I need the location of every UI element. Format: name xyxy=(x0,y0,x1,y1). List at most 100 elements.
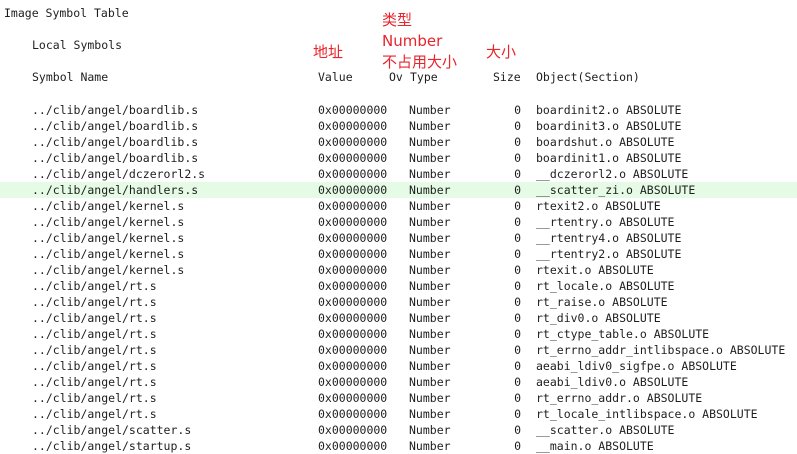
symbol-file: ../clib/angel/kernel.s xyxy=(32,263,185,277)
symbol-type: Number xyxy=(409,375,451,389)
symbol-object: rt_locale.o ABSOLUTE xyxy=(536,279,675,293)
symbol-object: __scatter_zi.o ABSOLUTE xyxy=(536,183,696,197)
table-row[interactable]: ../clib/angel/kernel.s 0x00000000 Number 0 _… xyxy=(0,230,797,246)
symbol-value: 0x00000000 xyxy=(318,311,388,325)
symbol-object: aeabi_ldiv0.o ABSOLUTE xyxy=(536,375,689,389)
symbol-size: 0 xyxy=(514,183,521,197)
symbol-size: 0 xyxy=(514,247,521,261)
symbol-object: rt_div0.o ABSOLUTE xyxy=(536,311,661,325)
symbol-file: ../clib/angel/scatter.s xyxy=(32,423,192,437)
symbol-size: 0 xyxy=(514,327,521,341)
symbol-file: ../clib/angel/rt.s xyxy=(32,311,157,325)
symbol-type: Number xyxy=(409,343,451,357)
symbol-object: boardshut.o ABSOLUTE xyxy=(536,135,675,149)
symbol-value: 0x00000000 xyxy=(318,295,388,309)
symbol-value: 0x00000000 xyxy=(318,199,388,213)
symbol-value: 0x00000000 xyxy=(318,359,388,373)
symbol-value: 0x00000000 xyxy=(318,263,388,277)
symbol-size: 0 xyxy=(514,199,521,213)
table-row[interactable]: ../clib/angel/kernel.s 0x00000000 Number 0 _… xyxy=(0,214,797,230)
table-row[interactable]: ../clib/angel/scatter.s 0x00000000 Number 0… xyxy=(0,422,797,438)
symbol-value: 0x00000000 xyxy=(318,439,388,453)
symbol-file: ../clib/angel/rt.s xyxy=(32,279,157,293)
symbol-size: 0 xyxy=(514,215,521,229)
symbol-size: 0 xyxy=(514,439,521,453)
symbol-type: Number xyxy=(409,391,451,405)
symbol-type: Number xyxy=(409,439,451,453)
table-row[interactable]: ../clib/angel/boardlib.s 0x00000000 Number… xyxy=(0,102,797,118)
symbol-file: ../clib/angel/kernel.s xyxy=(32,231,185,245)
table-row[interactable]: ../clib/angel/startup.s 0x00000000 Number 0… xyxy=(0,438,797,454)
symbol-object: __scatter.o ABSOLUTE xyxy=(536,423,675,437)
table-row[interactable]: ../clib/angel/rt.s 0x00000000 Number 0 aeabi… xyxy=(0,374,797,390)
symbol-file: ../clib/angel/rt.s xyxy=(32,295,157,309)
symbol-value: 0x00000000 xyxy=(318,279,388,293)
symbol-value: 0x00000000 xyxy=(318,407,388,421)
symbol-type: Number xyxy=(409,167,451,181)
symbol-value: 0x00000000 xyxy=(318,183,388,197)
symbol-object: rtexit2.o ABSOLUTE xyxy=(536,199,661,213)
symbol-file: ../clib/angel/kernel.s xyxy=(32,215,185,229)
symbol-size: 0 xyxy=(514,103,521,117)
header-size: Size xyxy=(493,70,521,84)
symbol-type: Number xyxy=(409,119,451,133)
table-row[interactable]: ../clib/angel/rt.s 0x00000000 Number 0 rt_er… xyxy=(0,390,797,406)
symbol-type: Number xyxy=(409,359,451,373)
table-row-selected[interactable]: ../clib/angel/handlers.s 0x00000000 Number… xyxy=(0,182,797,198)
symbol-type: Number xyxy=(409,295,451,309)
symbol-file: ../clib/angel/dczerorl2.s xyxy=(32,167,206,181)
symbol-value: 0x00000000 xyxy=(318,103,388,117)
symbol-object: rt_locale_intlibspace.o ABSOLUTE xyxy=(536,407,758,421)
symbol-object: __main.o ABSOLUTE xyxy=(536,439,654,453)
table-row[interactable]: ../clib/angel/boardlib.s 0x00000000 Number… xyxy=(0,118,797,134)
table-row[interactable]: ../clib/angel/dczerorl2.s 0x00000000 Numbe… xyxy=(0,166,797,182)
annotation-type-label: 类型 xyxy=(382,11,413,29)
table-row[interactable]: ../clib/angel/rt.s 0x00000000 Number 0 rt_lo… xyxy=(0,278,797,294)
symbol-size: 0 xyxy=(514,263,521,277)
symbol-file: ../clib/angel/boardlib.s xyxy=(32,119,199,133)
table-row[interactable]: ../clib/angel/boardlib.s 0x00000000 Number… xyxy=(0,150,797,166)
symbol-value: 0x00000000 xyxy=(318,151,388,165)
symbol-file: ../clib/angel/boardlib.s xyxy=(32,103,199,117)
table-row[interactable]: ../clib/angel/rt.s 0x00000000 Number 0 rt_di… xyxy=(0,310,797,326)
symbol-type: Number xyxy=(409,279,451,293)
table-row[interactable]: ../clib/angel/rt.s 0x00000000 Number 0 rt_ra… xyxy=(0,294,797,310)
symbol-value: 0x00000000 xyxy=(318,423,388,437)
symbol-object: rtexit.o ABSOLUTE xyxy=(536,263,654,277)
symbol-type: Number xyxy=(409,183,451,197)
symbol-file: ../clib/angel/startup.s xyxy=(32,439,192,453)
symbol-size: 0 xyxy=(514,151,521,165)
symbol-file: ../clib/angel/rt.s xyxy=(32,391,157,405)
symbol-size: 0 xyxy=(514,295,521,309)
table-row[interactable]: ../clib/angel/kernel.s 0x00000000 Number 0 r… xyxy=(0,262,797,278)
table-row[interactable]: ../clib/angel/kernel.s 0x00000000 Number 0 r… xyxy=(0,198,797,214)
symbol-size: 0 xyxy=(514,343,521,357)
table-row[interactable]: ../clib/angel/rt.s 0x00000000 Number 0 aeabi… xyxy=(0,358,797,374)
symbol-object: rt_errno_addr_intlibspace.o ABSOLUTE xyxy=(536,343,786,357)
symbol-value: 0x00000000 xyxy=(318,247,388,261)
page-title: Image Symbol Table xyxy=(4,6,129,20)
symbol-size: 0 xyxy=(514,135,521,149)
table-row[interactable]: ../clib/angel/rt.s 0x00000000 Number 0 rt_er… xyxy=(0,342,797,358)
symbol-object: boardinit2.o ABSOLUTE xyxy=(536,103,682,117)
symbol-file: ../clib/angel/boardlib.s xyxy=(32,151,199,165)
table-row[interactable]: ../clib/angel/boardlib.s 0x00000000 Number… xyxy=(0,134,797,150)
table-row[interactable]: ../clib/angel/kernel.s 0x00000000 Number 0 _… xyxy=(0,246,797,262)
symbol-file: ../clib/angel/handlers.s xyxy=(32,183,199,197)
symbol-type: Number xyxy=(409,423,451,437)
symbol-file: ../clib/angel/boardlib.s xyxy=(32,135,199,149)
symbol-value: 0x00000000 xyxy=(318,375,388,389)
symbol-file: ../clib/angel/rt.s xyxy=(32,359,157,373)
symbol-type: Number xyxy=(409,327,451,341)
annotation-address: 地址 xyxy=(313,43,344,61)
symbol-value: 0x00000000 xyxy=(318,327,388,341)
symbol-type: Number xyxy=(409,215,451,229)
annotation-size: 大小 xyxy=(486,43,517,61)
symbol-value: 0x00000000 xyxy=(318,231,388,245)
annotation-type-number: Number xyxy=(382,32,443,50)
header-object: Object(Section) xyxy=(536,70,640,84)
symbol-size: 0 xyxy=(514,167,521,181)
table-row[interactable]: ../clib/angel/rt.s 0x00000000 Number 0 rt_ct… xyxy=(0,326,797,342)
symbol-file: ../clib/angel/rt.s xyxy=(32,375,157,389)
table-row[interactable]: ../clib/angel/rt.s 0x00000000 Number 0 rt_lo… xyxy=(0,406,797,422)
